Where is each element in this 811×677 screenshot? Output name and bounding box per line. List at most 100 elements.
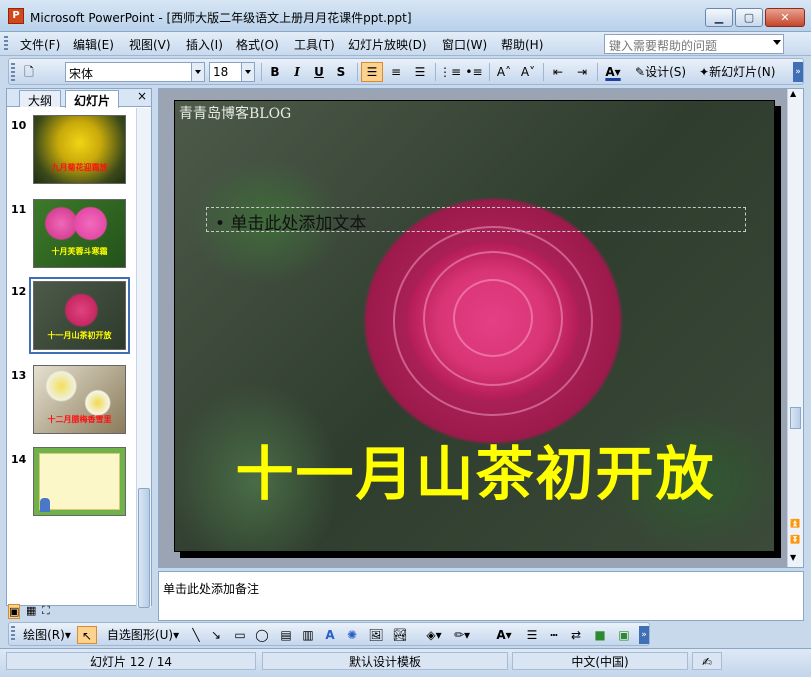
- menu-tools[interactable]: 工具(T): [294, 36, 335, 53]
- bold-button[interactable]: B: [265, 62, 285, 82]
- toolbar-grip[interactable]: [11, 63, 15, 81]
- slide-canvas[interactable]: 青青岛博客BLOG • 单击此处添加文本 十一月山茶初开放: [174, 100, 775, 552]
- help-search-input[interactable]: 键入需要帮助的问题: [604, 34, 784, 54]
- slide-thumbnail[interactable]: 十月芙蓉斗寒霜: [33, 199, 126, 268]
- decrease-indent-icon[interactable]: ⇤: [547, 62, 569, 82]
- slide-thumbnail[interactable]: 十二月腊梅香雪里: [33, 365, 126, 434]
- oval-tool-icon[interactable]: ◯: [253, 626, 271, 644]
- powerpoint-app-icon[interactable]: P: [8, 8, 24, 24]
- normal-view-icon[interactable]: ▣: [8, 604, 21, 619]
- tab-slides[interactable]: 幻灯片: [65, 90, 120, 108]
- toolbar-separator: [261, 63, 262, 81]
- vertical-textbox-icon[interactable]: ▥: [299, 626, 317, 644]
- slide-scroll-thumb[interactable]: [790, 407, 801, 429]
- autoshapes-menu-button[interactable]: 自选图形(U)▾: [103, 626, 183, 644]
- arrow-tool-icon[interactable]: ↘: [207, 626, 225, 644]
- select-pointer-icon[interactable]: ↖: [77, 626, 97, 644]
- slide-title[interactable]: 十一月山茶初开放: [175, 427, 774, 511]
- shadow-button[interactable]: S: [331, 62, 351, 82]
- align-center-icon[interactable]: ≡: [385, 62, 407, 82]
- new-slide-button[interactable]: ✦新幻灯片(N): [699, 62, 791, 82]
- diagram-icon[interactable]: ✺: [343, 626, 361, 644]
- font-name-select[interactable]: 宋体: [65, 62, 205, 82]
- line-tool-icon[interactable]: ╲: [187, 626, 205, 644]
- status-language: 中文(中国): [512, 652, 688, 670]
- close-button[interactable]: ✕: [765, 8, 805, 27]
- formatting-toolbar: 🗋 宋体 18 B I U S ☰ ≡ ☰ ⋮≡ •≡ A˄ A˅ ⇤ ⇥ A▾…: [8, 58, 804, 85]
- font-name-dropdown-icon[interactable]: [191, 63, 204, 81]
- text-placeholder[interactable]: • 单击此处添加文本: [206, 207, 746, 234]
- slide-scrollbar[interactable]: ▲ ⏫ ⏬ ▼: [787, 89, 803, 567]
- clipart-icon[interactable]: 🖼: [367, 626, 385, 644]
- scroll-down-icon[interactable]: ▼: [790, 553, 796, 562]
- close-icon[interactable]: ×: [135, 89, 149, 103]
- thumbnail-page: [39, 453, 120, 510]
- prev-slide-icon[interactable]: ⏫: [790, 519, 800, 528]
- italic-button[interactable]: I: [287, 62, 307, 82]
- slide-number: 12: [11, 285, 27, 298]
- slideshow-icon[interactable]: ⛶: [42, 604, 50, 618]
- rectangle-tool-icon[interactable]: ▭: [231, 626, 249, 644]
- menu-edit[interactable]: 编辑(E): [73, 36, 114, 53]
- shadow-style-icon[interactable]: ■: [591, 626, 609, 644]
- minimize-button[interactable]: ▁: [705, 8, 733, 27]
- text-placeholder-label: 单击此处添加文本: [230, 214, 367, 234]
- font-size-value: 18: [213, 65, 229, 79]
- tab-outline[interactable]: 大纲: [19, 90, 62, 108]
- design-label: 设计(S): [645, 65, 687, 79]
- menubar-grip[interactable]: [4, 36, 8, 52]
- 3d-style-icon[interactable]: ▣: [615, 626, 633, 644]
- increase-font-size-icon[interactable]: A˄: [493, 62, 515, 82]
- drawing-toolbar: 绘图(R)▾ ↖ 自选图形(U)▾ ╲ ↘ ▭ ◯ ▤ ▥ A ✺ 🖼 🏞 ◈▾…: [8, 622, 650, 646]
- menu-window[interactable]: 窗口(W): [442, 36, 487, 53]
- spelling-check-icon[interactable]: ✍: [692, 652, 722, 670]
- new-document-icon[interactable]: 🗋: [19, 62, 39, 82]
- help-dropdown-arrow-icon[interactable]: [773, 40, 781, 45]
- child-figure-icon: [40, 498, 50, 512]
- font-name-value: 宋体: [69, 67, 94, 81]
- wordart-icon[interactable]: A: [321, 626, 339, 644]
- menu-slideshow[interactable]: 幻灯片放映(D): [348, 36, 427, 53]
- panel-scroll-thumb[interactable]: [138, 488, 150, 608]
- underline-button[interactable]: U: [309, 62, 329, 82]
- slide-thumbnail[interactable]: [33, 447, 126, 516]
- bullet-icon: •: [215, 214, 231, 234]
- drawbar-grip[interactable]: [11, 626, 15, 642]
- draw-menu-button[interactable]: 绘图(R)▾: [19, 626, 75, 644]
- decrease-font-size-icon[interactable]: A˅: [517, 62, 539, 82]
- textbox-tool-icon[interactable]: ▤: [277, 626, 295, 644]
- toolbar-options-icon[interactable]: »: [793, 62, 803, 82]
- panel-scrollbar[interactable]: [136, 108, 151, 608]
- arrow-style-icon[interactable]: ⇄: [567, 626, 585, 644]
- notes-pane[interactable]: 单击此处添加备注: [158, 571, 804, 621]
- align-left-icon[interactable]: ☰: [361, 62, 383, 82]
- menu-file[interactable]: 文件(F): [20, 36, 60, 53]
- slide-sorter-icon[interactable]: ▦: [26, 604, 36, 617]
- new-slide-label: 新幻灯片(N): [709, 65, 776, 79]
- maximize-button[interactable]: ▢: [735, 8, 763, 27]
- line-style-icon[interactable]: ☰: [523, 626, 541, 644]
- scroll-up-icon[interactable]: ▲: [790, 89, 796, 98]
- panel-tabs: 大纲 幻灯片 ×: [7, 89, 151, 108]
- menu-format[interactable]: 格式(O): [236, 36, 279, 53]
- font-size-select[interactable]: 18: [209, 62, 255, 82]
- menu-help[interactable]: 帮助(H): [501, 36, 543, 53]
- line-color-icon[interactable]: ✏▾: [449, 626, 475, 644]
- align-right-icon[interactable]: ☰: [409, 62, 431, 82]
- design-button[interactable]: ✎设计(S): [635, 62, 697, 82]
- increase-indent-icon[interactable]: ⇥: [571, 62, 593, 82]
- slide-thumbnail[interactable]: 九月菊花迎霜放: [33, 115, 126, 184]
- menu-view[interactable]: 视图(V): [129, 36, 171, 53]
- picture-icon[interactable]: 🏞: [391, 626, 409, 644]
- next-slide-icon[interactable]: ⏬: [790, 535, 800, 544]
- numbered-list-icon[interactable]: ⋮≡: [439, 62, 461, 82]
- dash-style-icon[interactable]: ┅: [545, 626, 563, 644]
- font-size-dropdown-icon[interactable]: [241, 63, 254, 81]
- font-color-draw-icon[interactable]: A▾: [491, 626, 517, 644]
- slide-thumbnail-selected[interactable]: 十一月山茶初开放: [29, 277, 130, 354]
- drawbar-options-icon[interactable]: »: [639, 626, 649, 644]
- font-color-icon[interactable]: A▾: [599, 62, 627, 82]
- bullet-list-icon[interactable]: •≡: [463, 62, 485, 82]
- menu-insert[interactable]: 插入(I): [186, 36, 223, 53]
- fill-color-icon[interactable]: ◈▾: [421, 626, 447, 644]
